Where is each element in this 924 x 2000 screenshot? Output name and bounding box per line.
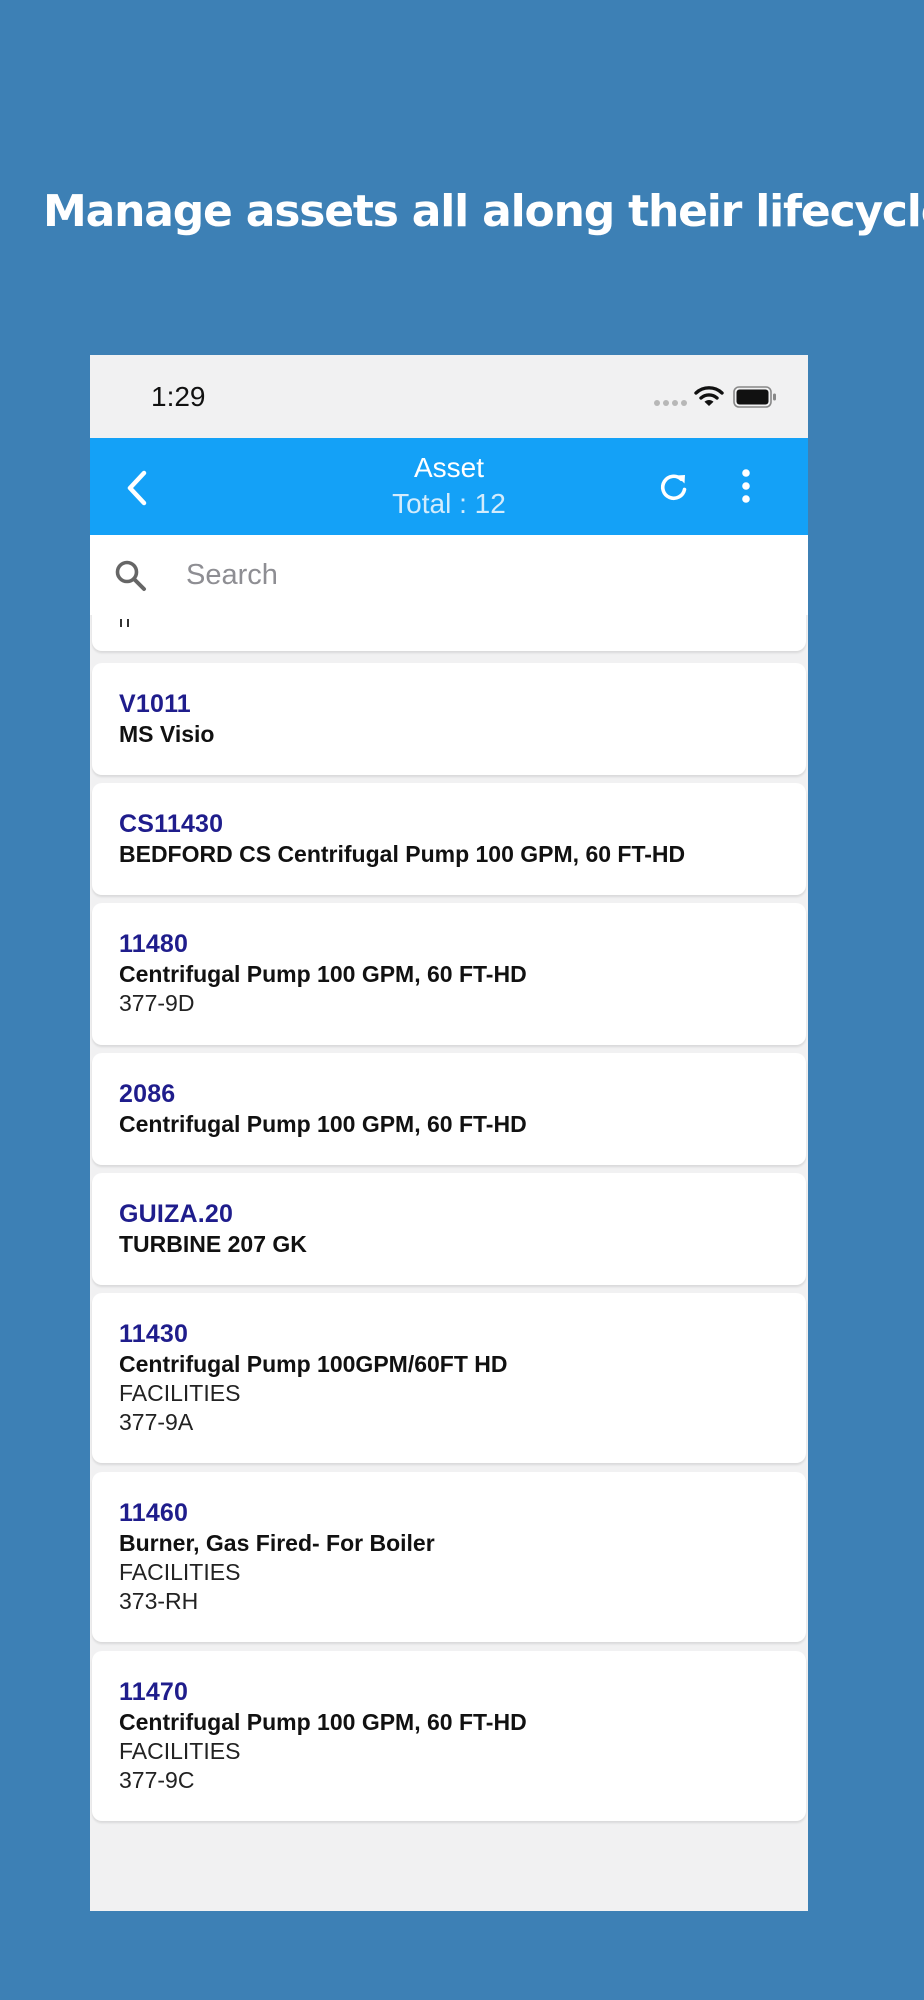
truncated-text xyxy=(120,619,129,627)
asset-code: GUIZA.20 xyxy=(119,1200,234,1228)
asset-name: TURBINE 207 GK xyxy=(119,1231,307,1257)
asset-code: 11460 xyxy=(119,1499,189,1527)
asset-code: 11470 xyxy=(119,1678,189,1706)
page-title: Asset xyxy=(413,452,485,483)
promo-headline: Manage assets all along their lifecycle xyxy=(43,186,924,237)
phone-screen: 1:29 Asset Total : 12 Search V1011 MS Vi… xyxy=(90,355,808,1911)
status-time: 1:29 xyxy=(151,381,206,412)
asset-name: BEDFORD CS Centrifugal Pump 100 GPM, 60 … xyxy=(119,841,686,867)
asset-code: 2086 xyxy=(119,1080,176,1108)
list-item[interactable]: 11460 Burner, Gas Fired- For Boiler FACI… xyxy=(92,1472,806,1642)
asset-location: 377-9C xyxy=(119,1767,195,1793)
asset-name: Centrifugal Pump 100GPM/60FT HD xyxy=(119,1351,508,1377)
asset-name: Centrifugal Pump 100 GPM, 60 FT-HD xyxy=(119,1709,527,1735)
asset-name: Burner, Gas Fired- For Boiler xyxy=(119,1530,435,1556)
asset-code: 11480 xyxy=(119,930,189,958)
list-item[interactable]: 2086 Centrifugal Pump 100 GPM, 60 FT-HD xyxy=(92,1053,806,1165)
asset-location: 377-9A xyxy=(119,1409,194,1435)
search-input[interactable] xyxy=(186,551,766,599)
list-item[interactable]: V1011 MS Visio xyxy=(92,663,806,775)
asset-location: 377-9D xyxy=(119,990,195,1016)
asset-location: 373-RH xyxy=(119,1588,199,1614)
asset-name: Centrifugal Pump 100 GPM, 60 FT-HD xyxy=(119,1111,527,1137)
asset-code: CS11430 xyxy=(119,810,224,838)
battery-icon xyxy=(733,386,776,408)
asset-code: 11430 xyxy=(119,1320,189,1348)
asset-department: FACILITIES xyxy=(119,1559,241,1585)
list-item[interactable]: 11470 Centrifugal Pump 100 GPM, 60 FT-HD… xyxy=(92,1651,806,1821)
list-item[interactable]: CS11430 BEDFORD CS Centrifugal Pump 100 … xyxy=(92,783,806,895)
asset-name: Centrifugal Pump 100 GPM, 60 FT-HD xyxy=(119,961,527,987)
asset-total: Total : 12 xyxy=(392,488,506,519)
asset-list: V1011 MS Visio CS11430 BEDFORD CS Centri… xyxy=(90,615,808,1911)
asset-name: MS Visio xyxy=(119,721,215,747)
asset-department: FACILITIES xyxy=(119,1738,241,1764)
app-header: Asset Total : 12 xyxy=(90,438,808,535)
search-icon xyxy=(115,560,146,591)
asset-department: FACILITIES xyxy=(119,1380,241,1406)
search-bar xyxy=(90,535,808,615)
list-item[interactable] xyxy=(92,615,806,651)
wifi-icon xyxy=(694,386,724,406)
list-item[interactable]: 11430 Centrifugal Pump 100GPM/60FT HD FA… xyxy=(92,1293,806,1463)
asset-code: V1011 xyxy=(119,690,191,718)
list-item[interactable]: GUIZA.20 TURBINE 207 GK xyxy=(92,1173,806,1285)
more-icon[interactable] xyxy=(740,468,752,504)
refresh-icon[interactable] xyxy=(657,470,691,504)
signal-icon xyxy=(654,400,688,406)
status-bar: 1:29 xyxy=(90,355,808,438)
list-item[interactable]: 11480 Centrifugal Pump 100 GPM, 60 FT-HD… xyxy=(92,903,806,1045)
